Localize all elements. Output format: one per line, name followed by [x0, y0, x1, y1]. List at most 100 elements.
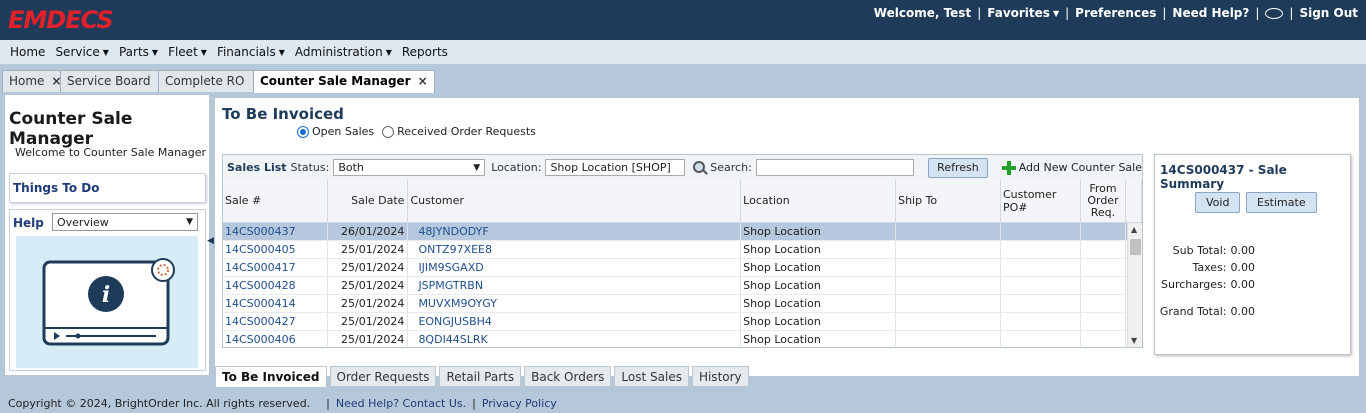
scrollbar-thumb[interactable]	[1130, 239, 1141, 255]
sale-date: 25/01/2024	[327, 240, 409, 259]
location: Shop Location	[740, 258, 897, 277]
col-header-sale-no[interactable]: Sale #	[223, 180, 329, 223]
table-row[interactable]: 14CS000405 25/01/2024 ONTZ97XEE8 Shop Lo…	[223, 240, 1142, 259]
customer[interactable]: ONTZ97XEE8	[407, 240, 742, 259]
customer[interactable]: JSPMGTRBN	[407, 276, 742, 295]
sale-date: 25/01/2024	[327, 312, 409, 331]
surcharges-value: 0.00	[1230, 278, 1256, 291]
close-icon[interactable]: ×	[418, 74, 428, 88]
need-help-link[interactable]: Need Help?	[1172, 6, 1249, 20]
estimate-button[interactable]: Estimate	[1246, 192, 1317, 213]
from-order-req	[1080, 312, 1126, 331]
plus-icon[interactable]	[1001, 160, 1016, 175]
sale-number[interactable]: 14CS000428	[223, 276, 329, 295]
table-row[interactable]: 14CS000417 25/01/2024 IJIM9SGAXD Shop Lo…	[223, 258, 1142, 277]
tab-history[interactable]: History	[691, 366, 749, 387]
sale-number[interactable]: 14CS000406	[223, 330, 329, 347]
col-header-sale-date[interactable]: Sale Date	[327, 180, 409, 223]
chat-icon[interactable]	[1265, 7, 1284, 19]
menu-reports[interactable]: Reports	[402, 45, 448, 59]
tab-complete-ro[interactable]: Complete RO×	[158, 70, 269, 92]
top-bar: EMDECS Welcome, Test | Favorites ▼ | Pref…	[0, 0, 1366, 40]
add-new-counter-sale-link[interactable]: Add New Counter Sale	[1019, 161, 1142, 174]
customer[interactable]: IJIM9SGAXD	[407, 258, 742, 277]
footer: Copyright © 2024, BrightOrder Inc. All r…	[0, 393, 1366, 413]
col-header-ship-to[interactable]: Ship To	[895, 180, 1001, 223]
tab-label: Complete RO	[165, 74, 245, 88]
sale-number[interactable]: 14CS000405	[223, 240, 329, 259]
table-row[interactable]: 14CS000437 26/01/2024 48JYNDODYF Shop Lo…	[223, 222, 1142, 241]
things-to-do-box[interactable]: Things To Do	[9, 173, 206, 203]
menu-financials[interactable]: Financials ▼	[217, 45, 285, 59]
customer[interactable]: 48JYNDODYF	[407, 222, 742, 241]
tab-bar: Home× Service Board × Complete RO× Counte…	[0, 64, 1366, 93]
privacy-policy-link[interactable]: Privacy Policy	[482, 397, 557, 410]
ship-to	[895, 258, 1001, 277]
scroll-down-icon[interactable]: ▼	[1131, 336, 1137, 345]
menu-parts[interactable]: Parts ▼	[119, 45, 158, 59]
customer-po	[1000, 294, 1081, 313]
col-header-customer-po[interactable]: Customer PO#	[1000, 180, 1081, 223]
separator: |	[1065, 6, 1070, 20]
help-box: Help Overview ▼ i	[9, 209, 206, 371]
ship-to	[895, 330, 1001, 347]
menu-home[interactable]: Home	[10, 45, 45, 59]
table-row[interactable]: 14CS000427 25/01/2024 EONGJUSBH4 Shop Lo…	[223, 312, 1142, 331]
sale-number[interactable]: 14CS000437	[223, 222, 329, 241]
location-input[interactable]: Shop Location [SHOP]	[545, 159, 686, 176]
received-orders-radio[interactable]: Received Order Requests	[382, 125, 536, 138]
search-label: Search:	[710, 161, 752, 174]
sale-number[interactable]: 14CS000417	[223, 258, 329, 277]
search-icon[interactable]	[693, 160, 706, 175]
need-help-contact-link[interactable]: Need Help? Contact Us.	[336, 397, 466, 410]
welcome-text: Welcome, Test	[873, 6, 972, 20]
help-topic-select[interactable]: Overview ▼	[52, 213, 198, 231]
menu-service[interactable]: Service ▼	[55, 45, 109, 59]
open-sales-radio[interactable]: Open Sales	[297, 125, 374, 138]
void-button[interactable]: Void	[1195, 192, 1241, 213]
sale-number[interactable]: 14CS000427	[223, 312, 329, 331]
ship-to	[895, 312, 1001, 331]
customer[interactable]: 8QDI44SLRK	[407, 330, 742, 347]
table-row[interactable]: 14CS000406 25/01/2024 8QDI44SLRK Shop Lo…	[223, 330, 1142, 347]
table-row[interactable]: 14CS000428 25/01/2024 JSPMGTRBN Shop Loc…	[223, 276, 1142, 295]
preferences-link[interactable]: Preferences	[1075, 6, 1156, 20]
col-header-location[interactable]: Location	[740, 180, 897, 223]
refresh-button[interactable]: Refresh	[928, 157, 988, 178]
location: Shop Location	[740, 294, 897, 313]
customer-po	[1000, 222, 1081, 241]
from-order-req	[1080, 258, 1126, 277]
status-select[interactable]: Both ▼	[333, 159, 486, 176]
col-header-from-order-req[interactable]: From Order Req.	[1080, 180, 1126, 223]
search-input[interactable]	[755, 159, 915, 176]
sale-number[interactable]: 14CS000414	[223, 294, 329, 313]
tab-counter-sale-manager[interactable]: Counter Sale Manager ×	[253, 70, 435, 93]
radio-label: Received Order Requests	[397, 125, 536, 138]
surcharges-row: Surcharges: 0.00	[1155, 278, 1255, 291]
tab-lost-sales[interactable]: Lost Sales	[614, 366, 689, 387]
table-row[interactable]: 14CS000414 25/01/2024 MUVXM9OYGY Shop Lo…	[223, 294, 1142, 313]
tab-back-orders[interactable]: Back Orders	[524, 366, 612, 387]
grand-total-row: Grand Total: 0.00	[1155, 305, 1255, 318]
menu-administration[interactable]: Administration ▼	[295, 45, 392, 59]
help-video-thumbnail[interactable]: i	[16, 236, 198, 368]
col-header-customer[interactable]: Customer	[407, 180, 742, 223]
vertical-scrollbar[interactable]: ▲ ▼	[1127, 223, 1142, 347]
emdecs-logo[interactable]: EMDECS	[8, 6, 114, 34]
scroll-up-icon[interactable]: ▲	[1131, 225, 1137, 234]
customer[interactable]: EONGJUSBH4	[407, 312, 742, 331]
tab-retail-parts[interactable]: Retail Parts	[439, 366, 522, 387]
things-to-do-label: Things To Do	[13, 181, 100, 195]
tab-home[interactable]: Home ×	[2, 70, 69, 92]
chevron-down-icon: ▼	[102, 47, 109, 57]
sales-list-title: Sales List	[227, 161, 287, 174]
menu-fleet[interactable]: Fleet ▼	[168, 45, 207, 59]
tab-order-requests[interactable]: Order Requests	[329, 366, 437, 387]
customer[interactable]: MUVXM9OYGY	[407, 294, 742, 313]
favorites-menu[interactable]: Favorites ▼	[987, 6, 1059, 20]
main-content: To Be Invoiced Open Sales Received Order…	[214, 97, 1360, 387]
menu-label: Administration	[294, 45, 383, 59]
sign-out-link[interactable]: Sign Out	[1299, 6, 1358, 20]
tab-to-be-invoiced[interactable]: To Be Invoiced	[215, 366, 327, 387]
copyright-text: Copyright © 2024, BrightOrder Inc. All r…	[8, 396, 311, 410]
